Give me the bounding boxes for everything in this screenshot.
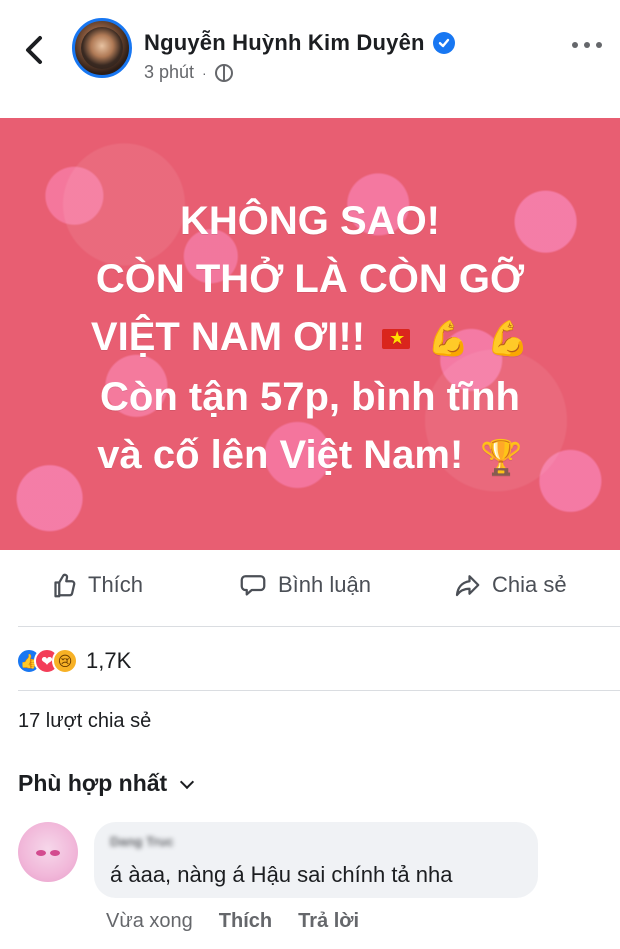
- trophy-emoji: 🏆: [480, 438, 523, 477]
- muscle-emoji: 💪: [486, 320, 530, 359]
- more-dot: [584, 42, 590, 48]
- post-line-5: và cố lên Việt Nam! 🏆: [0, 426, 620, 486]
- comment-like-button[interactable]: Thích: [219, 910, 272, 933]
- author-avatar[interactable]: [72, 18, 132, 78]
- more-dot: [572, 42, 578, 48]
- reaction-count: 1,7K: [86, 648, 132, 673]
- back-button[interactable]: [20, 32, 52, 68]
- post-actions: Thích Bình luận Chia sẻ: [0, 570, 620, 626]
- like-label: Thích: [88, 572, 144, 597]
- avatar-photo: [81, 27, 123, 69]
- more-options-button[interactable]: [564, 36, 602, 54]
- divider: [18, 626, 620, 627]
- comment-text: á àaa, nàng á Hậu sai chính tả nha: [110, 862, 453, 887]
- vietnam-flag-icon: [382, 328, 411, 350]
- post-media[interactable]: KHÔNG SAO! CÒN THỞ LÀ CÒN GỠ VIỆT NAM ƠI…: [0, 118, 620, 550]
- meta-separator: ·: [202, 64, 207, 81]
- chevron-left-icon: [26, 36, 42, 64]
- post-line-3-text: VIỆT NAM ƠI!!: [90, 315, 366, 359]
- shares-count[interactable]: 17 lượt chia sẻ: [18, 710, 151, 733]
- comment-bubble[interactable]: Dang Truc á àaa, nàng á Hậu sai chính tả…: [94, 822, 538, 898]
- divider: [18, 690, 620, 691]
- reactions-summary[interactable]: 👍 ❤ 😢 1,7K: [16, 646, 131, 676]
- more-dot: [596, 42, 602, 48]
- comment-sort-label: Phù hợp nhất: [18, 770, 168, 796]
- chevron-down-icon: [179, 776, 195, 792]
- verified-icon: [432, 32, 455, 54]
- comment-sort[interactable]: Phù hợp nhất: [18, 770, 195, 797]
- comment-time: Vừa xong: [106, 910, 193, 932]
- comment-meta: Vừa xong Thích Trả lời: [106, 910, 359, 933]
- reaction-icons: 👍 ❤ 😢: [16, 648, 78, 674]
- post-line-1: KHÔNG SAO!: [180, 199, 440, 243]
- sad-reaction-icon: 😢: [52, 648, 78, 674]
- post-line-3: VIỆT NAM ƠI!! 💪 💪: [0, 308, 620, 368]
- post-text: KHÔNG SAO! CÒN THỞ LÀ CÒN GỠ VIỆT NAM ƠI…: [0, 192, 620, 487]
- author-name[interactable]: Nguyễn Huỳnh Kim Duyên: [144, 30, 425, 56]
- like-button[interactable]: Thích: [48, 570, 143, 600]
- post-header: Nguyễn Huỳnh Kim Duyên 3 phút ·: [0, 0, 620, 118]
- comment-button[interactable]: Bình luận: [238, 570, 371, 600]
- author-row: Nguyễn Huỳnh Kim Duyên: [144, 26, 455, 60]
- comment-author[interactable]: Dang Truc: [110, 834, 174, 849]
- comment-icon: [240, 575, 266, 596]
- post-line-5-text: và cố lên Việt Nam!: [97, 433, 464, 478]
- post-line-4: Còn tận 57p, bình tĩnh: [100, 375, 520, 420]
- comment-reply-button[interactable]: Trả lời: [298, 910, 359, 933]
- share-icon: [455, 575, 480, 597]
- comment-label: Bình luận: [278, 572, 371, 597]
- post-line-2: CÒN THỞ LÀ CÒN GỠ: [95, 257, 525, 301]
- post-meta: 3 phút ·: [144, 62, 233, 83]
- thumbs-up-icon: [54, 573, 76, 598]
- share-label: Chia sẻ: [492, 572, 567, 597]
- share-button[interactable]: Chia sẻ: [452, 570, 567, 600]
- muscle-emoji: 💪: [427, 320, 470, 359]
- globe-icon: [214, 63, 233, 82]
- commenter-avatar[interactable]: [18, 822, 78, 882]
- check-icon: [438, 38, 449, 48]
- post-time[interactable]: 3 phút: [144, 62, 194, 83]
